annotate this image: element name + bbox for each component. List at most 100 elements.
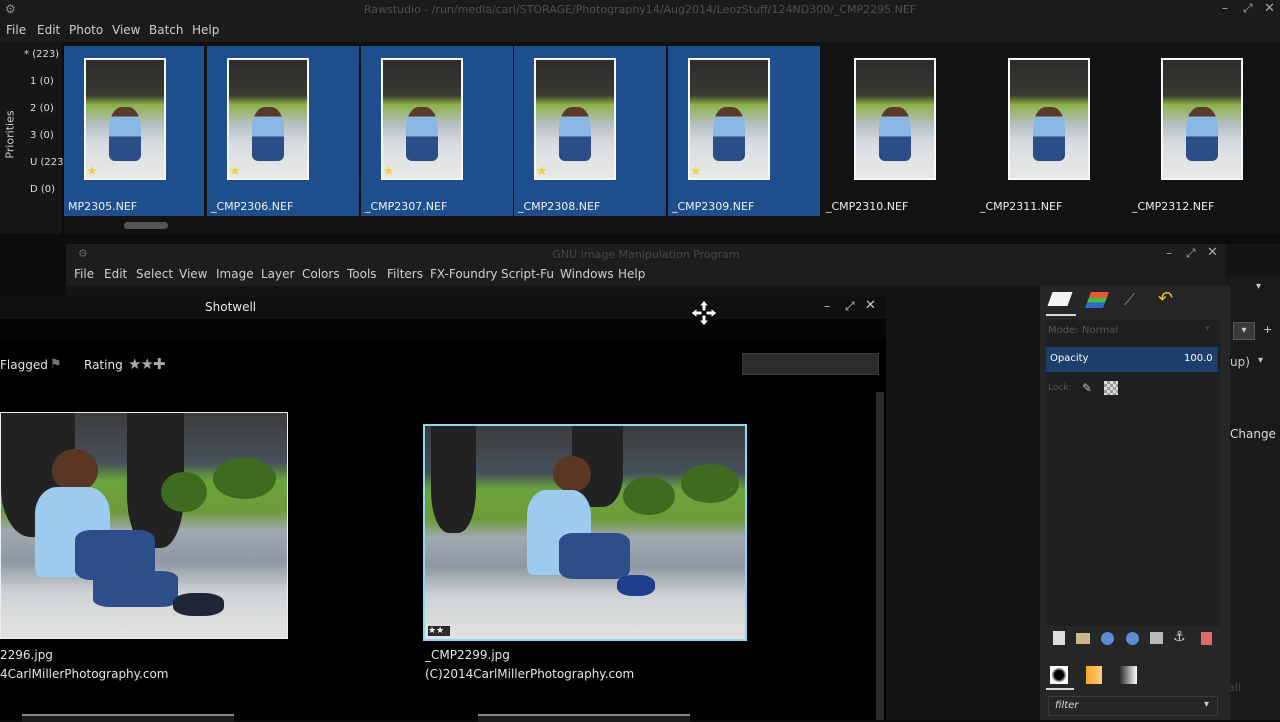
new-group-icon[interactable] — [1076, 633, 1090, 644]
dock-tab-brushes[interactable] — [1046, 664, 1074, 690]
raise-layer-icon[interactable] — [1101, 632, 1114, 645]
mode-label: Mode: — [1048, 325, 1079, 336]
gimp-menu-colors[interactable]: Colors — [302, 267, 340, 281]
menu-view[interactable]: View — [112, 23, 140, 37]
thumbnail-scrollbar[interactable] — [64, 218, 1280, 234]
rawstudio-close-button[interactable]: ✕ — [1264, 1, 1275, 16]
gimp-menubar: File Edit Select View Image Layer Colors… — [66, 264, 1226, 286]
thumbnail[interactable]: ★ MP2305.NEF — [64, 46, 204, 216]
star-icon: ★ — [229, 164, 241, 179]
gimp-menu-filters[interactable]: Filters — [387, 267, 423, 281]
thumbnail[interactable]: ★ _CMP2307.NEF — [361, 46, 513, 216]
dock-tab-patterns[interactable] — [1082, 664, 1108, 688]
dock-tab-undo[interactable]: ↶ — [1156, 288, 1182, 314]
rawstudio-menubar: File Edit Photo View Batch Help — [0, 20, 1280, 42]
menu-batch[interactable]: Batch — [149, 23, 184, 37]
lock-alpha-icon[interactable] — [1104, 381, 1118, 395]
dropdown-arrow-icon[interactable]: ▾ — [1256, 281, 1261, 292]
change-button[interactable]: Change — [1230, 427, 1276, 441]
add-icon[interactable]: + — [1263, 323, 1272, 336]
gimp-menu-edit[interactable]: Edit — [104, 267, 127, 281]
search-input[interactable] — [742, 353, 879, 375]
star-icon: ★ — [690, 164, 702, 179]
menu-photo[interactable]: Photo — [69, 23, 103, 37]
mode-select[interactable]: Normal — [1082, 325, 1118, 336]
shotwell-scrollbar[interactable] — [876, 392, 884, 720]
dock-tab-layers[interactable] — [1046, 290, 1076, 316]
gimp-close-button[interactable]: ✕ — [1207, 245, 1218, 260]
gimp-menu-tools[interactable]: Tools — [347, 267, 377, 281]
gimp-menu-image[interactable]: Image — [216, 267, 254, 281]
photo-copyright: 4CarlMillerPhotography.com — [0, 667, 169, 681]
thumbnail-image — [227, 58, 309, 180]
gimp-minimize-button[interactable]: – — [1166, 246, 1172, 260]
shotwell-minimize-button[interactable]: – — [824, 299, 830, 313]
gimp-menu-view[interactable]: View — [179, 267, 207, 281]
thumbnail[interactable]: ★ _CMP2308.NEF — [514, 46, 666, 216]
chevron-down-icon[interactable]: ▾ — [1204, 699, 1209, 710]
gimp-menu-windows[interactable]: Windows — [560, 267, 614, 281]
gimp-menu-help[interactable]: Help — [618, 267, 645, 281]
gimp-menu-script-fu[interactable]: Script-Fu — [501, 267, 554, 281]
priority-2[interactable]: 2 (0) — [30, 103, 54, 114]
priority-3[interactable]: 3 (0) — [30, 130, 54, 141]
rating-filter-label: Rating — [84, 358, 123, 372]
photo-thumbnail[interactable] — [0, 412, 288, 639]
gradient-icon — [1119, 666, 1137, 684]
chevron-down-icon[interactable]: ▾ — [1205, 324, 1210, 334]
lock-pixels-icon[interactable]: ✎ — [1082, 381, 1092, 395]
brush-icon — [1050, 666, 1068, 684]
rawstudio-minimize-button[interactable]: – — [1222, 1, 1228, 15]
rating-filter-stars[interactable]: ★★✚ — [128, 355, 165, 373]
star-icon: ★ — [86, 164, 98, 179]
star-icon: ★ — [383, 164, 395, 179]
thumbnail[interactable]: _CMP2311.NEF — [976, 46, 1128, 216]
thumbnail-scrollbar-handle[interactable] — [124, 222, 168, 229]
gimp-window-title: GNU Image Manipulation Program — [552, 248, 740, 261]
thumbnail[interactable]: ★ _CMP2306.NEF — [207, 46, 359, 216]
priority-unprioritized[interactable]: U (223) — [30, 157, 67, 168]
combo-button[interactable]: ▾ — [1233, 322, 1255, 340]
opacity-value[interactable]: 100.0 — [1184, 353, 1213, 364]
new-layer-icon[interactable] — [1053, 631, 1065, 645]
undo-icon: ↶ — [1158, 288, 1174, 309]
dock-tab-gradients[interactable] — [1116, 664, 1142, 688]
photo-thumbnail[interactable] — [22, 714, 234, 722]
dock-tab-channels[interactable] — [1084, 290, 1110, 314]
priority-all[interactable]: * (223) — [24, 49, 59, 60]
gimp-menu-select[interactable]: Select — [136, 267, 173, 281]
thumbnail-image — [1008, 58, 1090, 180]
move-cursor-icon — [690, 299, 718, 327]
dock-tab-paths[interactable]: ⟋ — [1120, 290, 1146, 314]
pattern-icon — [1086, 666, 1102, 684]
photo-thumbnail[interactable] — [478, 714, 690, 722]
thumbnail-filename: _CMP2312.NEF — [1132, 200, 1215, 213]
shotwell-maximize-button[interactable]: ⤢ — [845, 299, 855, 314]
selection-frame — [423, 424, 747, 641]
lower-layer-icon[interactable] — [1126, 632, 1139, 645]
flag-icon[interactable]: ⚑ — [50, 357, 62, 372]
shotwell-close-button[interactable]: ✕ — [865, 298, 876, 313]
thumbnail-filename: _CMP2310.NEF — [826, 200, 909, 213]
priority-deleted[interactable]: D (0) — [30, 184, 55, 195]
thumbnail-filename: _CMP2307.NEF — [365, 200, 448, 213]
photo-copyright: (C)2014CarlMillerPhotography.com — [425, 667, 635, 681]
thumbnail[interactable]: ★ _CMP2309.NEF — [668, 46, 820, 216]
thumbnail-image — [534, 58, 616, 180]
gimp-menu-layer[interactable]: Layer — [261, 267, 294, 281]
rawstudio-maximize-button[interactable]: ⤢ — [1243, 1, 1253, 16]
menu-edit[interactable]: Edit — [37, 23, 60, 37]
thumbnail[interactable]: _CMP2310.NEF — [822, 46, 974, 216]
thumbnail-filename: _CMP2311.NEF — [980, 200, 1063, 213]
menu-help[interactable]: Help — [192, 23, 219, 37]
dropdown-arrow-icon[interactable]: ▾ — [1258, 355, 1263, 366]
duplicate-layer-icon[interactable] — [1150, 632, 1163, 644]
priority-1[interactable]: 1 (0) — [30, 76, 54, 87]
gimp-menu-fx-foundry[interactable]: FX-Foundry — [430, 267, 498, 281]
menu-file[interactable]: File — [6, 23, 26, 37]
delete-layer-icon[interactable] — [1201, 632, 1212, 645]
anchor-icon[interactable]: ⚓ — [1173, 629, 1186, 645]
thumbnail[interactable]: _CMP2312.NEF — [1130, 46, 1280, 216]
gimp-menu-file[interactable]: File — [74, 267, 94, 281]
gimp-maximize-button[interactable]: ⤢ — [1186, 246, 1196, 261]
